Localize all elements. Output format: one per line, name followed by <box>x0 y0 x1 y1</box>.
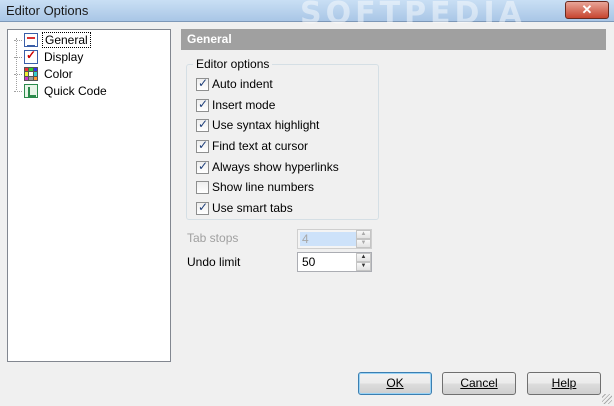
tree-item-color[interactable]: Color <box>14 66 75 82</box>
smart-tabs-option[interactable]: Use smart tabs <box>196 200 293 216</box>
close-button[interactable]: ✕ <box>565 1 609 19</box>
tree-item-label: Quick Code <box>44 84 107 98</box>
checkbox-label: Use syntax highlight <box>212 118 320 132</box>
checkbox-label: Always show hyperlinks <box>212 160 339 174</box>
auto-indent-checkbox[interactable] <box>196 76 209 91</box>
undo-limit-stepper[interactable]: 50 ▲ ▼ <box>297 252 372 272</box>
title-bar: Editor Options SOFTPEDIA ✕ <box>0 0 614 31</box>
checkbox-label: Insert mode <box>212 98 276 112</box>
tree-item-label: Display <box>44 50 84 64</box>
help-button[interactable]: Help <box>527 372 601 395</box>
checkbox-label: Show line numbers <box>212 180 315 194</box>
line-numbers-option[interactable]: Show line numbers <box>196 179 314 195</box>
color-grid-icon <box>24 67 38 81</box>
spin-down-icon: ▼ <box>356 239 371 248</box>
checkbox-label: Find text at cursor <box>212 139 309 153</box>
resize-grip-icon[interactable] <box>602 394 612 404</box>
line-numbers-checkbox[interactable] <box>196 180 209 194</box>
tree-item-general[interactable]: General <box>14 32 91 48</box>
tab-stops-label: Tab stops <box>187 231 239 245</box>
hyperlinks-option[interactable]: Always show hyperlinks <box>196 159 339 175</box>
watermark: SOFTPEDIA <box>300 0 526 31</box>
checkbox-label: Use smart tabs <box>212 201 293 215</box>
tree-item-label: General <box>42 32 91 48</box>
display-checklist-icon <box>24 48 38 64</box>
checkbox-label: Auto indent <box>212 77 273 91</box>
ok-button[interactable]: OK <box>358 372 432 395</box>
syntax-highlight-option[interactable]: Use syntax highlight <box>196 117 319 133</box>
group-title: Editor options <box>193 57 273 71</box>
tab-stops-value: 4 <box>300 232 357 246</box>
tree-item-quick-code[interactable]: Quick Code <box>14 83 109 99</box>
tab-stops-stepper: 4 ▲ ▼ <box>297 229 372 249</box>
tree-item-display[interactable]: Display <box>14 48 85 65</box>
auto-indent-option[interactable]: Auto indent <box>196 76 273 92</box>
cancel-button[interactable]: Cancel <box>442 372 516 395</box>
find-text-checkbox[interactable] <box>196 138 209 153</box>
undo-limit-label: Undo limit <box>187 255 241 269</box>
window-title: Editor Options <box>6 3 89 18</box>
spin-down-icon[interactable]: ▼ <box>356 262 371 271</box>
editor-options-group: Editor options Auto indent Insert mode U… <box>186 57 379 220</box>
find-text-option[interactable]: Find text at cursor <box>196 138 308 154</box>
page-title: General <box>181 29 606 50</box>
smart-tabs-checkbox[interactable] <box>196 200 209 215</box>
spin-up-icon: ▲ <box>356 230 371 239</box>
insert-mode-option[interactable]: Insert mode <box>196 97 275 113</box>
quick-code-icon <box>24 84 38 98</box>
syntax-highlight-checkbox[interactable] <box>196 117 209 132</box>
general-settings-icon <box>24 33 38 47</box>
hyperlinks-checkbox[interactable] <box>196 159 209 174</box>
insert-mode-checkbox[interactable] <box>196 97 209 112</box>
undo-limit-value[interactable]: 50 <box>300 255 357 269</box>
spin-up-icon[interactable]: ▲ <box>356 253 371 262</box>
tree-item-label: Color <box>44 67 73 81</box>
options-tree[interactable]: General Display Color Quick Code <box>7 29 171 362</box>
